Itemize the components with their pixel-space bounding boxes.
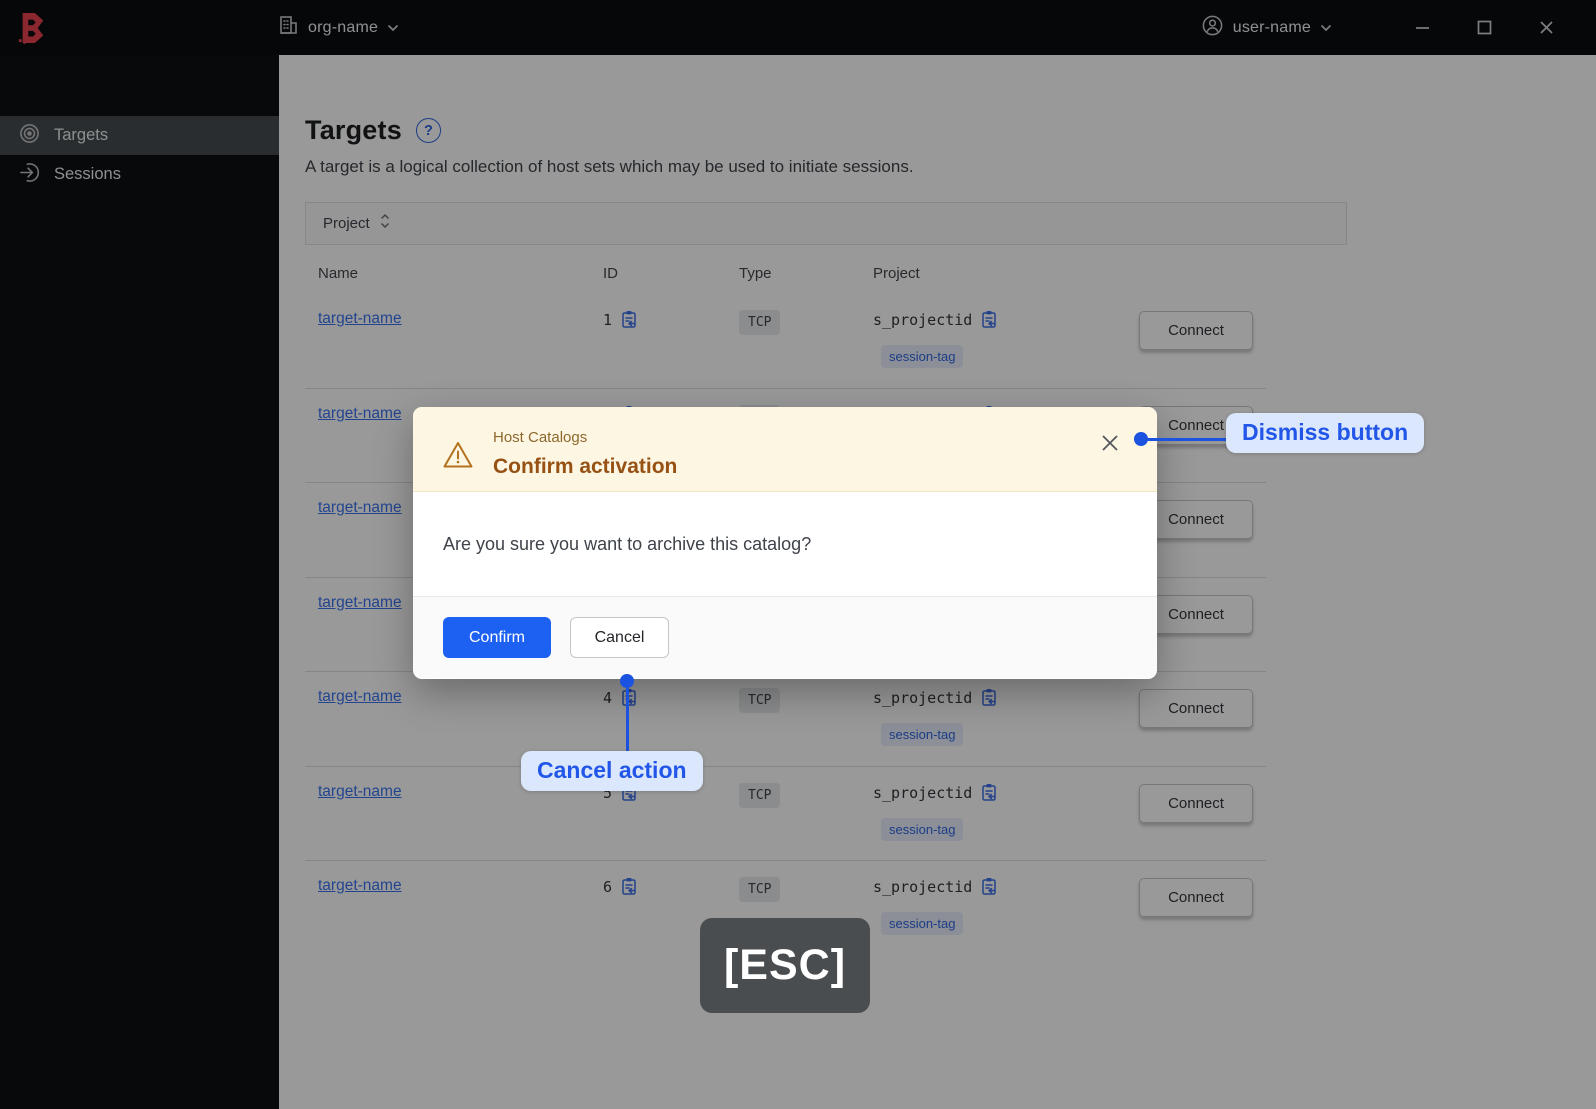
app-window: org-name user-name Targets Sessions Targ… — [0, 0, 1596, 1109]
dismiss-annotation-line — [1146, 437, 1228, 441]
cancel-button[interactable]: Cancel — [570, 617, 669, 658]
dialog-body: Are you sure you want to archive this ca… — [413, 492, 1157, 596]
esc-key-badge: [ESC] — [700, 918, 870, 1013]
dialog-header: Host Catalogs Confirm activation — [413, 407, 1157, 492]
cancel-annotation-label: Cancel action — [521, 751, 703, 791]
dialog-message: Are you sure you want to archive this ca… — [443, 533, 812, 554]
cancel-annotation-dot — [620, 674, 634, 688]
dismiss-button[interactable] — [1094, 428, 1126, 460]
dialog-footer: Confirm Cancel — [413, 596, 1157, 678]
warning-triangle-icon — [442, 440, 474, 475]
dismiss-annotation: Dismiss button — [1226, 413, 1425, 453]
dialog-title: Confirm activation — [493, 455, 678, 478]
cancel-annotation: Cancel action — [521, 751, 703, 791]
dismiss-annotation-label: Dismiss button — [1226, 413, 1425, 453]
dialog-context: Host Catalogs — [493, 429, 588, 446]
cancel-annotation-line — [625, 688, 629, 756]
confirm-button[interactable]: Confirm — [443, 617, 551, 658]
confirm-dialog: Host Catalogs Confirm activation Are you… — [413, 407, 1157, 679]
